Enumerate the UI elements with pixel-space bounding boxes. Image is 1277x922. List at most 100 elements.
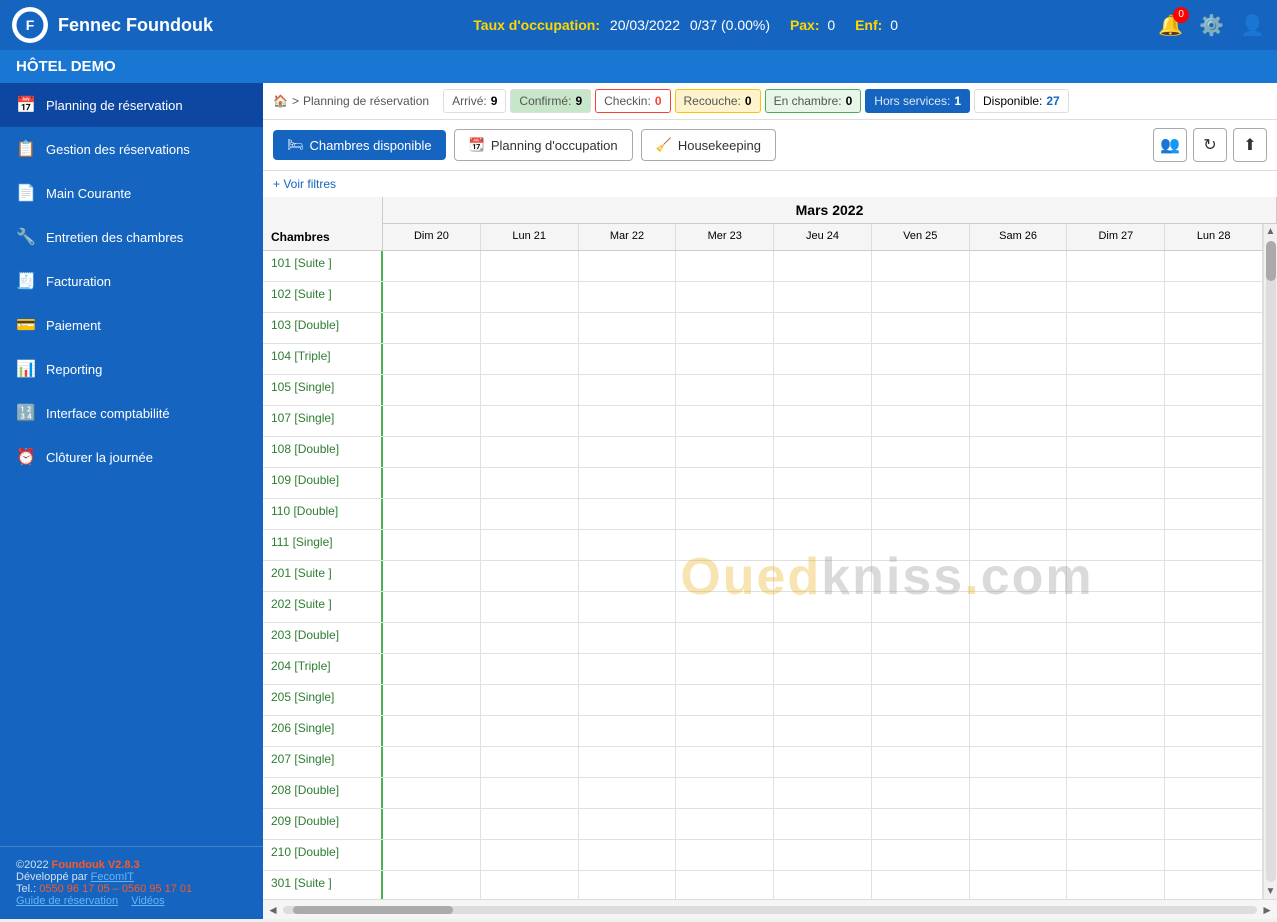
room-207: 207 [Single] [263, 747, 383, 777]
taux-date: 20/03/2022 [610, 17, 680, 33]
cell-101-5[interactable] [872, 251, 970, 281]
breadcrumb-page: Planning de réservation [303, 94, 429, 108]
room-101: 101 [Suite ] [263, 251, 383, 281]
day-header-6: Sam 26 [970, 224, 1068, 250]
room-210: 210 [Double] [263, 840, 383, 870]
cell-101-1[interactable] [481, 251, 579, 281]
sidebar-item-entretien[interactable]: 🔧 Entretien des chambres [0, 215, 263, 259]
sidebar-item-paiement[interactable]: 💳 Paiement [0, 303, 263, 347]
table-row: 108 [Double] [263, 437, 1263, 468]
room-103: 103 [Double] [263, 313, 383, 343]
grid-header: Chambres Dim 20 Lun 21 Mar 22 Mer 23 Jeu… [263, 224, 1263, 251]
svg-text:F: F [26, 17, 35, 33]
stat-arrive: Arrivé: 9 [443, 89, 506, 113]
month-title-row: Mars 2022 [263, 197, 1277, 224]
footer-brand: Foundouk [52, 859, 105, 871]
cell-101-4[interactable] [774, 251, 872, 281]
sidebar-item-comptabilite[interactable]: 🔢 Interface comptabilité [0, 391, 263, 435]
month-title-spacer [263, 197, 383, 224]
sidebar-item-main-courante[interactable]: 📄 Main Courante [0, 171, 263, 215]
stat-confirme: Confirmé: 9 [510, 89, 591, 113]
table-row: 201 [Suite ] [263, 561, 1263, 592]
clock-icon: ⏰ [16, 447, 36, 467]
table-row: 104 [Triple] [263, 344, 1263, 375]
cell-101-7[interactable] [1067, 251, 1165, 281]
occupancy-info: Taux d'occupation: 20/03/2022 0/37 (0.00… [473, 17, 898, 33]
sidebar-item-planning[interactable]: 📅 Planning de réservation [0, 83, 263, 127]
pax-label: Pax: [790, 17, 820, 33]
scroll-track[interactable] [1266, 241, 1276, 882]
bed-icon: 🛏 [287, 137, 304, 153]
scroll-left-arrow[interactable]: ◄ [267, 903, 279, 917]
housekeeping-button[interactable]: 🧹 Housekeeping [641, 129, 776, 161]
sidebar-item-gestion[interactable]: 📋 Gestion des réservations [0, 127, 263, 171]
scroll-down-arrow[interactable]: ▼ [1264, 884, 1277, 899]
month-title: Mars 2022 [383, 197, 1277, 224]
cell-101-2[interactable] [579, 251, 677, 281]
people-button[interactable]: 👥 [1153, 128, 1187, 162]
day-header-0: Dim 20 [383, 224, 481, 250]
refresh-button[interactable]: ↻ [1193, 128, 1227, 162]
planning-occupation-button[interactable]: 📆 Planning d'occupation [454, 129, 633, 161]
hotel-name-bar: HÔTEL DEMO [0, 50, 1277, 83]
stat-checkin: Checkin: 0 [595, 89, 670, 113]
sidebar-item-label-planning: Planning de réservation [46, 98, 183, 113]
stats-bar: 🏠 > Planning de réservation Arrivé: 9 Co… [263, 83, 1277, 120]
chambres-header: Chambres [263, 224, 383, 250]
room-205: 205 [Single] [263, 685, 383, 715]
cell-101-8[interactable] [1165, 251, 1263, 281]
scroll-up-arrow[interactable]: ▲ [1264, 224, 1277, 239]
h-scroll-track[interactable] [283, 906, 1257, 914]
footer-version: V2.8.3 [108, 859, 140, 871]
recouche-label: Recouche: [684, 94, 741, 108]
h-scroll-thumb[interactable] [293, 906, 453, 914]
guide-link[interactable]: Guide de réservation [16, 895, 118, 907]
taux-value: 0/37 (0.00%) [690, 17, 770, 33]
room-203: 203 [Double] [263, 623, 383, 653]
horizontal-scrollbar[interactable]: ◄ ► [263, 899, 1277, 919]
app-logo: F [12, 7, 48, 43]
stat-enchambre: En chambre: 0 [765, 89, 862, 113]
main-layout: 📅 Planning de réservation 📋 Gestion des … [0, 83, 1277, 919]
stat-recouche: Recouche: 0 [675, 89, 761, 113]
day-header-5: Ven 25 [872, 224, 970, 250]
filter-bar: + Voir filtres [263, 171, 1277, 197]
cell-101-3[interactable] [676, 251, 774, 281]
enf-value: 0 [890, 17, 898, 33]
home-icon: 🏠 [273, 94, 288, 108]
table-row: 208 [Double] [263, 778, 1263, 809]
enchambre-label: En chambre: [774, 94, 842, 108]
videos-link[interactable]: Vidéos [131, 895, 164, 907]
confirme-value: 9 [575, 94, 582, 108]
sidebar-item-reporting[interactable]: 📊 Reporting [0, 347, 263, 391]
sidebar-item-facturation[interactable]: 🧾 Facturation [0, 259, 263, 303]
chambres-disponible-button[interactable]: 🛏 Chambres disponible [273, 130, 446, 160]
enchambre-value: 0 [846, 94, 853, 108]
wrench-icon: 🔧 [16, 227, 36, 247]
planning-scroll-area[interactable]: Chambres Dim 20 Lun 21 Mar 22 Mer 23 Jeu… [263, 224, 1263, 899]
app-title: Fennec Foundouk [58, 15, 213, 36]
export-button[interactable]: ⬆ [1233, 128, 1267, 162]
invoice-icon: 🧾 [16, 271, 36, 291]
table-row: 209 [Double] [263, 809, 1263, 840]
scroll-right-arrow[interactable]: ► [1261, 903, 1273, 917]
fecomit-link[interactable]: FecomIT [91, 871, 134, 883]
vertical-scrollbar[interactable]: ▲ ▼ [1263, 224, 1277, 899]
settings-button[interactable]: ⚙️ [1199, 13, 1224, 38]
user-icon: 👤 [1240, 15, 1265, 37]
user-button[interactable]: 👤 [1240, 13, 1265, 38]
refresh-icon: ↻ [1203, 135, 1216, 155]
housekeeping-icon: 🧹 [656, 137, 672, 153]
sidebar-item-cloture[interactable]: ⏰ Clôturer la journée [0, 435, 263, 479]
room-201: 201 [Suite ] [263, 561, 383, 591]
cell-101-6[interactable] [970, 251, 1068, 281]
table-row: 101 [Suite ] [263, 251, 1263, 282]
cell-101-0[interactable] [383, 251, 481, 281]
checkin-value: 0 [655, 94, 662, 108]
notification-button[interactable]: 🔔 0 [1158, 13, 1183, 38]
filter-link[interactable]: + Voir filtres [273, 177, 336, 191]
table-row: 103 [Double] [263, 313, 1263, 344]
people-icon: 👥 [1160, 135, 1180, 155]
scroll-thumb[interactable] [1266, 241, 1276, 281]
accounting-icon: 🔢 [16, 403, 36, 423]
